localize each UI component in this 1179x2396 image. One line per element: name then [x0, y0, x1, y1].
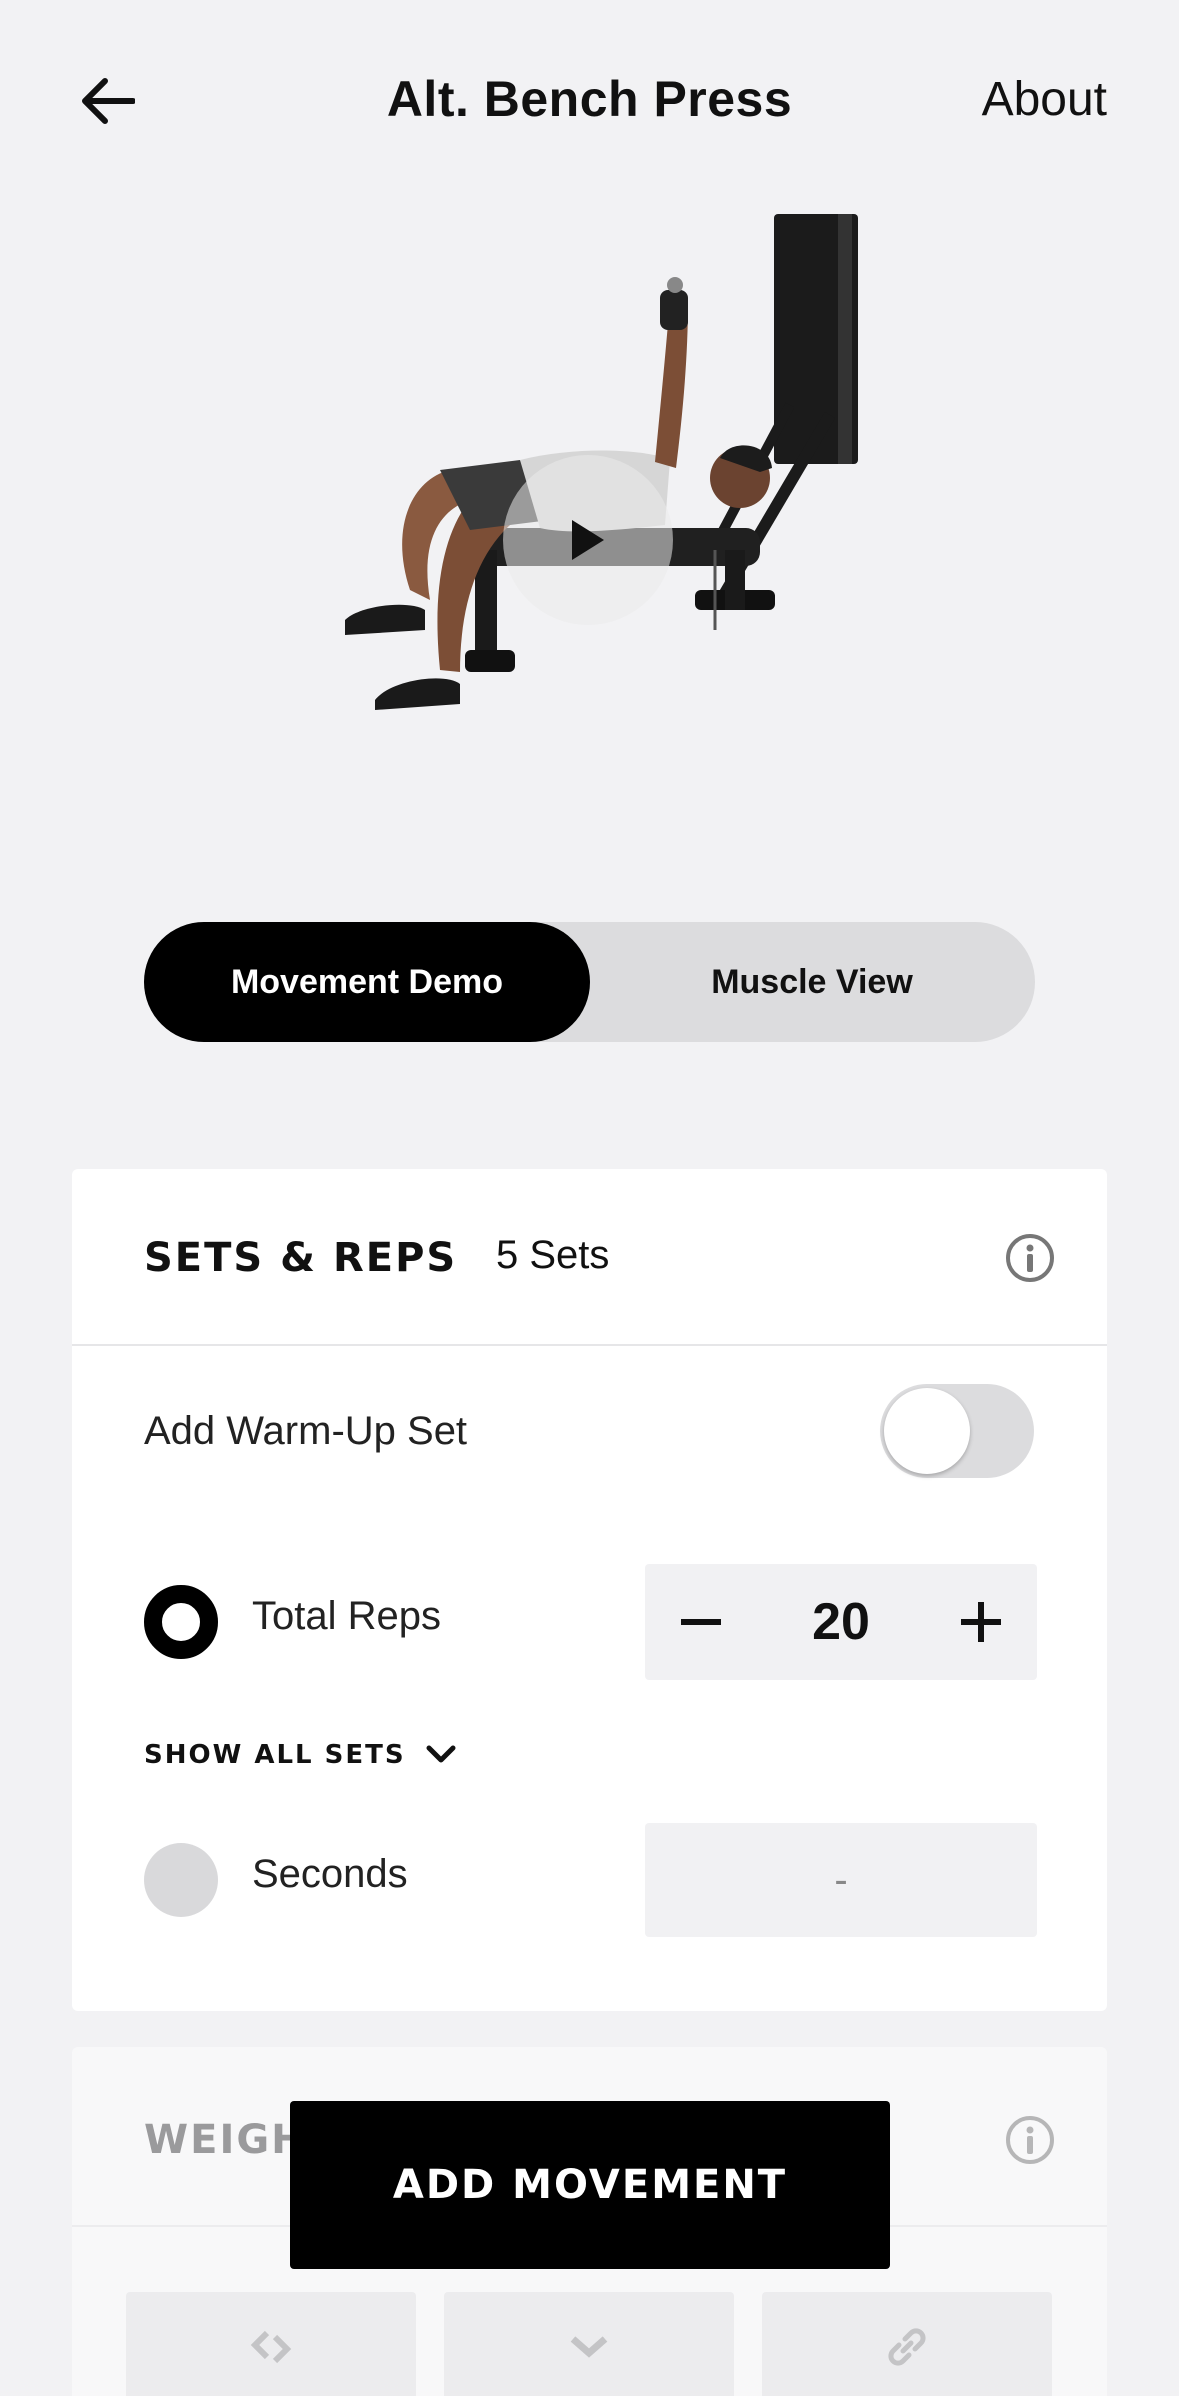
seconds-field[interactable]: -	[645, 1823, 1037, 1937]
about-link[interactable]: About	[982, 72, 1107, 127]
plus-icon	[961, 1602, 1001, 1642]
view-segmented-control: Movement Demo Muscle View	[144, 922, 1035, 1042]
chains-icon	[250, 2330, 292, 2364]
tab-movement-demo[interactable]: Movement Demo	[144, 922, 590, 1042]
play-icon	[572, 520, 604, 560]
info-icon[interactable]	[1005, 1233, 1055, 1283]
warmup-toggle[interactable]	[880, 1384, 1034, 1478]
warmup-label: Add Warm-Up Set	[144, 1409, 468, 1453]
add-movement-button[interactable]: ADD MOVEMENT	[290, 2101, 890, 2269]
chevron-down-icon	[426, 1745, 456, 1763]
weight-mode-tile[interactable]	[126, 2292, 416, 2396]
sets-reps-header: SETS & REPS 5 Sets	[72, 1169, 1107, 1346]
total-reps-radio[interactable]	[144, 1585, 218, 1659]
sets-reps-card: SETS & REPS 5 Sets Add Warm-Up Set Total…	[72, 1169, 1107, 2011]
show-all-sets-toggle[interactable]: SHOW ALL SETS	[144, 1740, 456, 1770]
header: Alt. Bench Press About	[0, 0, 1179, 200]
seconds-label: Seconds	[252, 1852, 408, 1896]
tab-muscle-view[interactable]: Muscle View	[589, 922, 1035, 1042]
section-title: SETS & REPS	[144, 1235, 458, 1281]
info-icon[interactable]	[1005, 2115, 1055, 2165]
show-all-sets-label: SHOW ALL SETS	[144, 1740, 406, 1770]
weight-mode-tile[interactable]	[444, 2292, 734, 2396]
reps-stepper: 20	[645, 1564, 1037, 1680]
play-button[interactable]	[503, 455, 673, 625]
total-reps-label: Total Reps	[252, 1594, 441, 1638]
link-icon	[888, 2328, 926, 2366]
toggle-knob	[884, 1388, 970, 1474]
seconds-radio[interactable]	[144, 1843, 218, 1917]
weight-mode-tile[interactable]	[762, 2292, 1052, 2396]
sets-count: 5 Sets	[496, 1233, 610, 1277]
chevron-down-icon	[570, 2336, 608, 2358]
increment-button[interactable]	[943, 1584, 1019, 1660]
